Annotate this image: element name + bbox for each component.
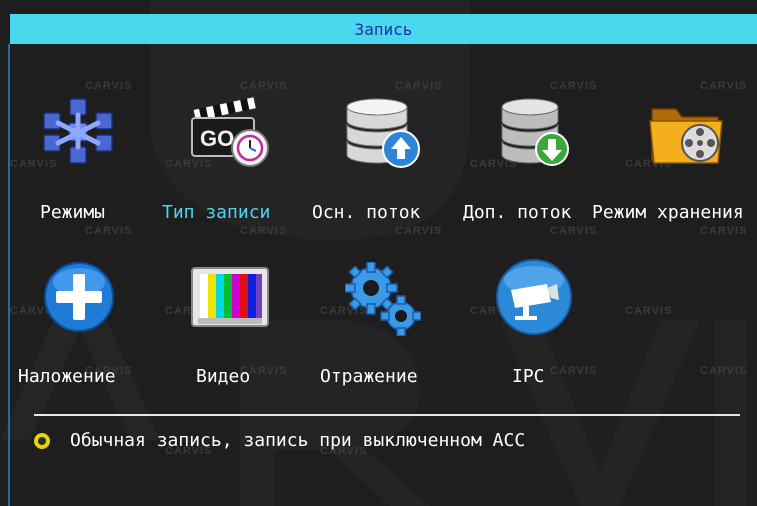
status-bullet-icon (34, 432, 50, 449)
watermark-text: CARVIS (550, 365, 598, 377)
menu-item-label: Тип записи (162, 202, 271, 223)
menu-item-label: Доп. поток (463, 202, 572, 223)
menu-item-label: Отражение (320, 366, 418, 387)
watermark-text: CARVIS (85, 80, 133, 92)
watermark-text: CARVIS (700, 365, 748, 377)
menu-item-label: Осн. поток (312, 202, 421, 223)
status-line: Обычная запись, запись при выключенном A… (34, 430, 525, 451)
clapper-clock-icon: GO (191, 96, 269, 167)
watermark-text: CARVIS (700, 80, 748, 92)
watermark-text: CARVIS (395, 225, 443, 237)
watermark-text: CARVIS (395, 80, 443, 92)
title-bar: Запись (10, 14, 757, 44)
watermark-text: CARVIS (550, 225, 598, 237)
left-border-line (8, 44, 10, 506)
divider (34, 414, 740, 416)
watermark-text: CARVIS (85, 225, 133, 237)
database-upload-icon (346, 98, 420, 168)
menu-item-label: IPC (512, 366, 545, 387)
menu-item-label: Наложение (18, 366, 116, 387)
dvr-record-menu-screen: CARVIS CARVIS CARVIS CARVIS CARVIS CARVI… (0, 0, 757, 506)
gears-icon (345, 262, 421, 336)
snowflake-cube-icon (43, 98, 113, 164)
menu-item-label: Режим хранения (592, 202, 744, 223)
watermark-text: CARVIS (625, 305, 673, 317)
watermark-text: CARVIS (240, 225, 288, 237)
plus-circle-icon (44, 262, 114, 332)
ip-camera-icon (496, 259, 572, 335)
menu-item-label: Режимы (40, 202, 106, 223)
database-download-icon (501, 98, 569, 166)
svg-text:GO: GO (200, 126, 234, 151)
watermark-text: CARVIS (550, 80, 598, 92)
tv-color-bars-icon (191, 267, 269, 327)
watermark-text: CARVIS (700, 225, 748, 237)
menu-item-label: Видео (196, 366, 251, 387)
status-description: Обычная запись, запись при выключенном A… (70, 430, 526, 451)
watermark-text: CARVIS (240, 80, 288, 92)
page-title: Запись (354, 19, 413, 39)
folder-film-icon (649, 108, 723, 164)
